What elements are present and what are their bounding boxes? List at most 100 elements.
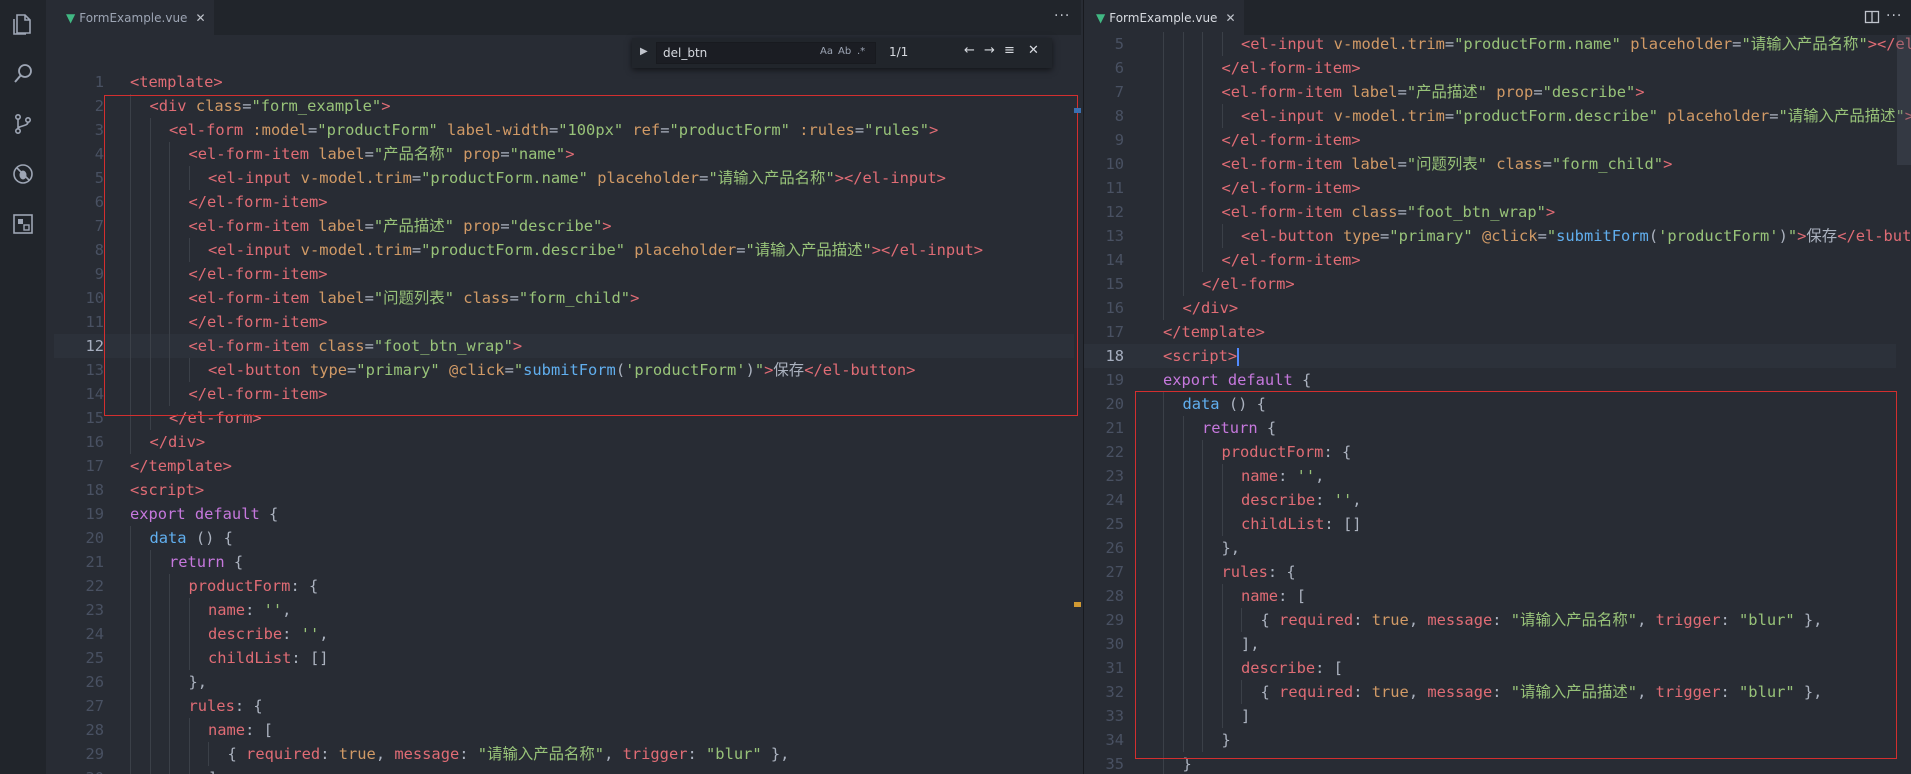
more-actions-icon[interactable]: ··· <box>1886 8 1902 24</box>
code-line[interactable]: 5 <el-input v-model.trim="productForm.nam… <box>1084 32 1911 56</box>
line-number: 14 <box>1105 251 1124 269</box>
code-line[interactable]: 10 <el-form-item label="问题列表" class="form… <box>1084 152 1896 176</box>
next-match-icon[interactable]: → <box>984 43 995 58</box>
code-line[interactable]: 28 name: [ <box>1084 584 1896 608</box>
code-line[interactable]: 15 </el-form> <box>1084 272 1896 296</box>
code-line[interactable]: 13 <el-button type="primary" @click="subm… <box>1084 224 1911 248</box>
more-actions-icon[interactable]: ··· <box>1054 8 1070 24</box>
code-line[interactable]: 16 </div> <box>1084 296 1896 320</box>
tab-formexample-left[interactable]: ▼ FormExample.vue ✕ <box>54 0 214 35</box>
overview-ruler-mark <box>1074 602 1081 607</box>
code-line[interactable]: 11 </el-form-item> <box>1084 176 1896 200</box>
code-line[interactable]: 3 <el-form :model="productForm" label-wid… <box>54 118 1074 142</box>
code-text: </el-form-item> <box>1221 59 1361 77</box>
code-line[interactable]: 27 rules: { <box>54 694 1074 718</box>
indent-guide <box>1163 632 1164 656</box>
code-line[interactable]: 26}, <box>1084 536 1896 560</box>
close-icon[interactable]: ✕ <box>1225 11 1235 25</box>
code-line[interactable]: 4 <el-form-item label="产品名称" prop="name"> <box>54 142 1074 166</box>
code-line[interactable]: 1 <template> <box>54 70 1074 94</box>
code-line[interactable]: 18 <script> <box>1084 344 1896 368</box>
code-line[interactable]: 2 <div class="form_example"> <box>54 94 1074 118</box>
find-in-selection-icon[interactable]: ≡ <box>1004 43 1015 58</box>
code-line[interactable]: 21 return { <box>1084 416 1896 440</box>
code-line[interactable]: 29 { required: true, message: "请输入产品名称", … <box>54 742 1074 766</box>
explorer-icon[interactable] <box>11 12 35 36</box>
code-line[interactable]: 18 <script> <box>54 478 1074 502</box>
code-line[interactable]: 35} <box>1084 752 1896 774</box>
code-line[interactable]: 14 </el-form-item> <box>1084 248 1896 272</box>
code-text: productForm: { <box>188 577 319 595</box>
code-line[interactable]: 22 productForm: { <box>1084 440 1896 464</box>
code-line[interactable]: 27 rules: { <box>1084 560 1896 584</box>
code-line[interactable]: 21 return { <box>54 550 1074 574</box>
source-control-icon[interactable] <box>11 112 35 136</box>
search-icon[interactable] <box>11 62 35 86</box>
code-line[interactable]: 30], <box>1084 632 1896 656</box>
split-editor-icon[interactable] <box>1864 9 1880 25</box>
code-line[interactable]: 8 <el-input v-model.trim="productForm.des… <box>1084 104 1911 128</box>
code-line[interactable]: 7 <el-form-item label="产品描述" prop="descri… <box>54 214 1074 238</box>
code-text: <template> <box>130 73 223 91</box>
line-number: 4 <box>94 145 104 163</box>
code-line[interactable]: 5 <el-input v-model.trim="productForm.nam… <box>54 166 1074 190</box>
code-line[interactable]: 17 </template> <box>54 454 1074 478</box>
code-line[interactable]: 7 <el-form-item label="产品描述" prop="descri… <box>1084 80 1896 104</box>
tab-formexample-right[interactable]: ▼ FormExample.vue ✕ <box>1084 0 1244 35</box>
close-icon[interactable]: ✕ <box>195 11 205 25</box>
code-line[interactable]: 15 </el-form> <box>54 406 1074 430</box>
code-line[interactable]: 30], <box>54 766 1074 774</box>
code-line[interactable]: 6 </el-form-item> <box>54 190 1074 214</box>
vertical-scrollbar[interactable] <box>1897 35 1911 165</box>
code-line[interactable]: 10 <el-form-item label="问题列表" class="form… <box>54 286 1074 310</box>
code-line[interactable]: 32 { required: true, message: "请输入产品描述", … <box>1084 680 1896 704</box>
code-line[interactable]: 20 data () { <box>54 526 1074 550</box>
code-line[interactable]: 20 data () { <box>1084 392 1896 416</box>
code-line[interactable]: 17 </template> <box>1084 320 1896 344</box>
code-line[interactable]: 19 export default { <box>54 502 1074 526</box>
code-line[interactable]: 29 { required: true, message: "请输入产品名称", … <box>1084 608 1896 632</box>
code-line[interactable]: 13 <el-button type="primary" @click="subm… <box>54 358 1074 382</box>
regex-icon[interactable]: .* <box>857 46 865 57</box>
code-line[interactable]: 25 childList: [] <box>54 646 1074 670</box>
code-line[interactable]: 9 </el-form-item> <box>54 262 1074 286</box>
code-text: <el-form-item label="产品名称" prop="name"> <box>188 145 575 163</box>
code-text: </el-form-item> <box>1221 251 1361 269</box>
match-case-icon[interactable]: Aa <box>820 46 833 57</box>
code-line[interactable]: 16 </div> <box>54 430 1074 454</box>
indent-guide <box>1221 632 1223 656</box>
code-line[interactable]: 12 <el-form-item class="foot_btn_wrap"> <box>1084 200 1896 224</box>
indent-guide <box>1163 752 1164 774</box>
code-line[interactable]: 12 <el-form-item class="foot_btn_wrap"> <box>54 334 1074 358</box>
code-line[interactable]: 22 productForm: { <box>54 574 1074 598</box>
code-line[interactable]: 28 name: [ <box>54 718 1074 742</box>
code-text: </div> <box>1182 299 1239 317</box>
code-line[interactable]: 33] <box>1084 704 1896 728</box>
indent-guide <box>1202 224 1203 248</box>
code-line[interactable]: 11 </el-form-item> <box>54 310 1074 334</box>
code-line[interactable]: 23 name: '', <box>54 598 1074 622</box>
whole-word-icon[interactable]: Ab <box>838 46 851 57</box>
previous-match-icon[interactable]: ← <box>964 43 975 58</box>
code-line[interactable]: 23 name: '', <box>1084 464 1896 488</box>
extensions-icon[interactable] <box>11 212 35 236</box>
code-line[interactable]: 34} <box>1084 728 1896 752</box>
code-line[interactable]: 9 </el-form-item> <box>1084 128 1896 152</box>
code-line[interactable]: 25 childList: [] <box>1084 512 1896 536</box>
code-line[interactable]: 19 export default { <box>1084 368 1896 392</box>
code-line[interactable]: 24 describe: '', <box>54 622 1074 646</box>
toggle-replace-icon[interactable]: ▶ <box>640 46 648 57</box>
indent-guide <box>130 358 131 382</box>
indent-guide <box>1202 728 1203 752</box>
debug-icon[interactable] <box>11 162 35 186</box>
code-line[interactable]: 31 describe: [ <box>1084 656 1896 680</box>
code-line[interactable]: 6 </el-form-item> <box>1084 56 1896 80</box>
indent-guide <box>1163 680 1164 704</box>
line-number: 34 <box>1105 731 1124 749</box>
code-line[interactable]: 14 </el-form-item> <box>54 382 1074 406</box>
code-line[interactable]: 24 describe: '', <box>1084 488 1896 512</box>
close-find-icon[interactable]: ✕ <box>1028 43 1039 58</box>
code-line[interactable]: 26}, <box>54 670 1074 694</box>
indent-guide <box>1163 56 1164 80</box>
code-line[interactable]: 8 <el-input v-model.trim="productForm.des… <box>54 238 1074 262</box>
